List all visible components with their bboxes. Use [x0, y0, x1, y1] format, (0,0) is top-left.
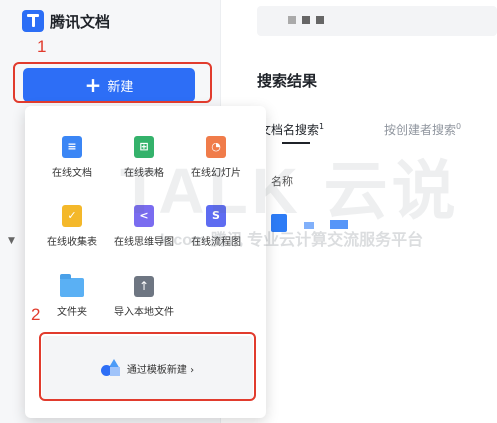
tab-count: 1 [319, 122, 325, 131]
menu-item-label: 导入本地文件 [114, 307, 174, 318]
result-skeleton [330, 220, 348, 229]
column-header-name: 名称 [271, 175, 293, 188]
tab-label: 文档名搜索 [259, 123, 320, 137]
slides-icon: ◔ [206, 136, 226, 158]
menu-item-label: 在线思维导图 [114, 237, 174, 248]
menu-item-online-flowchart[interactable]: S 在线流程图 [179, 205, 253, 248]
active-tab-indicator [282, 142, 310, 144]
menu-item-online-sheet[interactable]: ⊞ 在线表格 [107, 136, 181, 179]
menu-item-label: 在线流程图 [191, 237, 241, 248]
menu-item-label: 文件夹 [57, 307, 87, 318]
menu-item-online-mindmap[interactable]: < 在线思维导图 [107, 205, 181, 248]
menu-item-label: 在线表格 [124, 168, 164, 179]
menu-item-folder[interactable]: 文件夹 [35, 274, 109, 318]
menu-item-online-doc[interactable]: ≡ 在线文档 [35, 136, 109, 179]
tab-count: 0 [456, 122, 462, 131]
annotation-box-1 [13, 62, 212, 103]
doc-icon: ≡ [62, 136, 82, 158]
menu-item-import-local-file[interactable]: ↑ 导入本地文件 [107, 276, 181, 318]
brand-logo[interactable]: 腾讯文档 [22, 10, 110, 32]
page-title: 搜索结果 [257, 72, 318, 90]
annotation-step-2: 2 [31, 305, 41, 324]
flowchart-icon: S [206, 205, 226, 227]
upload-icon: ↑ [134, 276, 154, 297]
search-query-redacted [288, 16, 324, 24]
annotation-step-1: 1 [37, 37, 47, 56]
annotation-box-2 [39, 332, 256, 401]
sheet-icon: ⊞ [134, 136, 154, 158]
menu-item-label: 在线收集表 [47, 237, 97, 248]
menu-item-label: 在线文档 [52, 168, 92, 179]
caret-down-icon[interactable]: ▼ [8, 236, 15, 246]
result-file-icon [271, 214, 287, 232]
folder-icon [60, 274, 84, 297]
mindmap-icon: < [134, 205, 154, 227]
result-skeleton [304, 222, 314, 229]
form-icon: ✓ [62, 205, 82, 227]
menu-item-online-slides[interactable]: ◔ 在线幻灯片 [179, 136, 253, 179]
tencent-docs-logo-icon [22, 10, 44, 32]
tab-search-by-name[interactable]: 文档名搜索1 [259, 121, 324, 138]
tab-search-by-creator[interactable]: 按创建者搜索0 [384, 121, 461, 138]
tab-label: 按创建者搜索 [384, 123, 457, 137]
brand-name: 腾讯文档 [50, 12, 111, 31]
menu-item-online-form[interactable]: ✓ 在线收集表 [35, 205, 109, 248]
menu-item-label: 在线幻灯片 [191, 168, 241, 179]
